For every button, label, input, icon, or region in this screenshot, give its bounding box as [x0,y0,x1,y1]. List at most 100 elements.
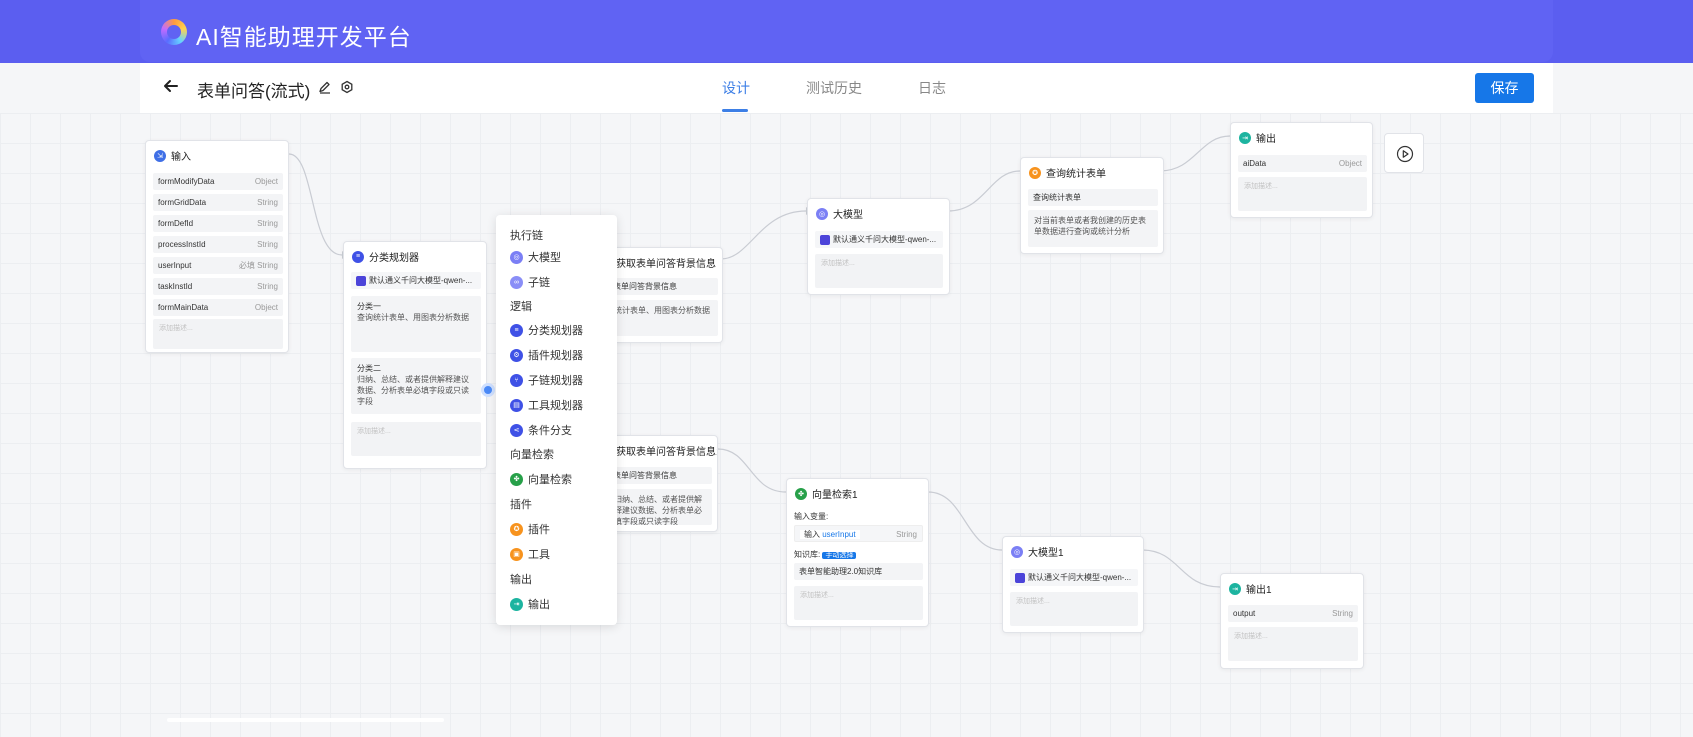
output1-description-field[interactable]: 添加描述... [1228,627,1358,661]
input-icon: ⇲ [154,149,166,162]
chip-prefix: 输入 [804,530,820,539]
run-button[interactable] [1384,133,1424,173]
flow-canvas[interactable]: ⇲ 输入 formModifyData Object formGridData … [0,113,1693,737]
desc-text: 统计表单、用图表分析数据 [614,306,710,315]
vector-node-title: 向量检索1 [812,490,858,501]
input-field-row[interactable]: taskInstId String [153,278,283,295]
kb-label-line: 知识库: 手动选择 [794,549,857,560]
menu-item-subchain[interactable]: ∞ 子链 [510,274,550,290]
input-field-row[interactable]: formModifyData Object [153,173,283,190]
output-icon: ⇥ [1229,582,1241,595]
chain-bg1-title: 获取表单问答背景信息1 [616,447,718,458]
vector-description-field[interactable]: 添加描述... [794,586,923,620]
tool-icon: ▣ [510,547,523,561]
llm-description-field[interactable]: 添加描述... [815,254,943,288]
menu-item-llm[interactable]: ◎ 大模型 [510,249,561,265]
classifier-node-header: ≡ 分类规划器 [352,249,419,264]
category-two[interactable]: 分类二 归纳、总结、或者提供解释建议数据、分析表单必填字段或只读字段 [351,358,481,414]
tab-test-history[interactable]: 测试历史 [806,78,862,98]
canvas-scrollbar[interactable] [167,718,444,722]
row-text: 查询统计表单 [1033,193,1081,202]
chain-bg-title: 获取表单问答背景信息 [616,259,716,270]
tab-log[interactable]: 日志 [918,78,946,98]
chain-bg1-row[interactable]: 表单问答背景信息 [608,467,712,484]
input-description-field[interactable]: 添加描述... [153,319,283,349]
vector-search-icon: ✤ [510,472,523,486]
chain-bg-desc: 统计表单、用图表分析数据 [608,300,718,336]
query-form-node[interactable]: ✪ 查询统计表单 查询统计表单 对当前表单或者我创建的历史表单数据进行查询或统计… [1020,157,1164,254]
llm-node-header: ◎ 大模型 [816,206,863,221]
placeholder: 添加描述... [800,592,834,599]
llm-model-icon [356,275,366,286]
classifier-description-field[interactable]: 添加描述... [351,422,481,456]
output-field-row[interactable]: aiData Object [1238,155,1367,172]
tool-planner-icon: ▤ [510,398,523,412]
classifier-node[interactable]: ≡ 分类规划器 默认通义千问大模型-qwen-... 分类一 查询统计表单、用图表… [343,241,487,469]
output1-field-row[interactable]: output String [1228,605,1358,622]
chain-bg-node[interactable]: 获取表单问答背景信息 表单问答背景信息 统计表单、用图表分析数据 [607,247,723,343]
llm-model-icon [820,234,830,245]
menu-item-label: 子链 [528,277,550,289]
query-form-row[interactable]: 查询统计表单 [1028,189,1158,206]
model-name: 默认通义千问大模型-qwen-... [833,235,937,244]
input-field-row[interactable]: formDefId String [153,215,283,232]
field-type: Object [254,303,278,312]
chain-bg1-node[interactable]: 获取表单问答背景信息1 表单问答背景信息 归纳、总结、或者提供解释建议数据、分析… [607,435,718,532]
model-select[interactable]: 默认通义千问大模型-qwen-... [1010,569,1138,586]
kb-value-row[interactable]: 表单智能助理2.0知识库 [794,563,923,580]
menu-item-output[interactable]: ⇥ 输出 [510,596,550,612]
field-name: formModifyData [158,177,215,186]
menu-section-chain: 执行链 [510,230,543,242]
menu-item-vector-search[interactable]: ✤ 向量检索 [510,471,572,487]
back-arrow-icon[interactable] [161,76,181,96]
play-icon [1396,145,1414,168]
edit-pencil-icon[interactable] [318,80,332,94]
output-description-field[interactable]: 添加描述... [1238,177,1367,211]
input-field-row[interactable]: userInput 必填 String [153,257,283,274]
classifier-icon: ≡ [510,323,523,337]
llm1-description-field[interactable]: 添加描述... [1010,592,1138,626]
menu-item-plugin-planner[interactable]: ⚙ 插件规划器 [510,347,583,363]
output-node[interactable]: ⇥ 输出 aiData Object 添加描述... [1230,122,1373,218]
input-node[interactable]: ⇲ 输入 formModifyData Object formGridData … [145,140,289,353]
field-type: Object [254,177,278,186]
settings-hex-icon[interactable] [340,80,354,94]
chain-bg-row[interactable]: 表单问答背景信息 [608,278,718,295]
field-name: output [1233,609,1256,618]
llm1-node[interactable]: ◎ 大模型1 默认通义千问大模型-qwen-... 添加描述... [1002,536,1144,633]
menu-item-branch[interactable]: ⋖ 条件分支 [510,422,572,438]
menu-item-label: 大模型 [528,252,561,264]
model-select[interactable]: 默认通义千问大模型-qwen-... [351,272,481,289]
output1-node[interactable]: ⇥ 输出1 output String 添加描述... [1220,573,1364,669]
connection-port[interactable] [481,383,495,397]
tab-design[interactable]: 设计 [722,78,750,98]
menu-item-subchain-planner[interactable]: ⑂ 子链规划器 [510,372,583,388]
chip-var: userInput [822,530,856,539]
field-type: String [257,282,278,291]
field-type: String [257,261,278,270]
field-type: String [257,198,278,207]
category-one[interactable]: 分类一 查询统计表单、用图表分析数据 [351,296,481,352]
model-name: 默认通义千问大模型-qwen-... [1028,573,1132,582]
menu-item-tool[interactable]: ▣ 工具 [510,546,550,562]
field-name: formDefId [158,219,194,228]
save-button[interactable]: 保存 [1475,73,1534,103]
menu-item-tool-planner[interactable]: ▤ 工具规划器 [510,397,583,413]
output1-node-header: ⇥ 输出1 [1229,581,1272,596]
input-field-row[interactable]: formMainData Object [153,299,283,316]
input-field-row[interactable]: formGridData String [153,194,283,211]
input-field-row[interactable]: processInstId String [153,236,283,253]
llm-node[interactable]: ◎ 大模型 默认通义千问大模型-qwen-... 添加描述... [807,198,950,295]
input-chip: 输入 userInput [800,530,860,539]
menu-item-classifier[interactable]: ≡ 分类规划器 [510,322,583,338]
field-name: userInput [158,261,192,270]
field-name: processInstId [158,240,206,249]
menu-section-logic: 逻辑 [510,301,532,313]
model-select[interactable]: 默认通义千问大模型-qwen-... [815,231,943,248]
field-type: String [1332,609,1353,618]
menu-item-plugin[interactable]: ✪ 插件 [510,521,550,537]
input-variable-row[interactable]: 输入 userInput String [794,525,923,542]
kb-mode-badge[interactable]: 手动选择 [822,552,857,559]
vector-search-node[interactable]: ✤ 向量检索1 输入变量: 输入 userInput String 知识库: 手动… [786,478,929,627]
menu-item-label: 分类规划器 [528,325,583,337]
